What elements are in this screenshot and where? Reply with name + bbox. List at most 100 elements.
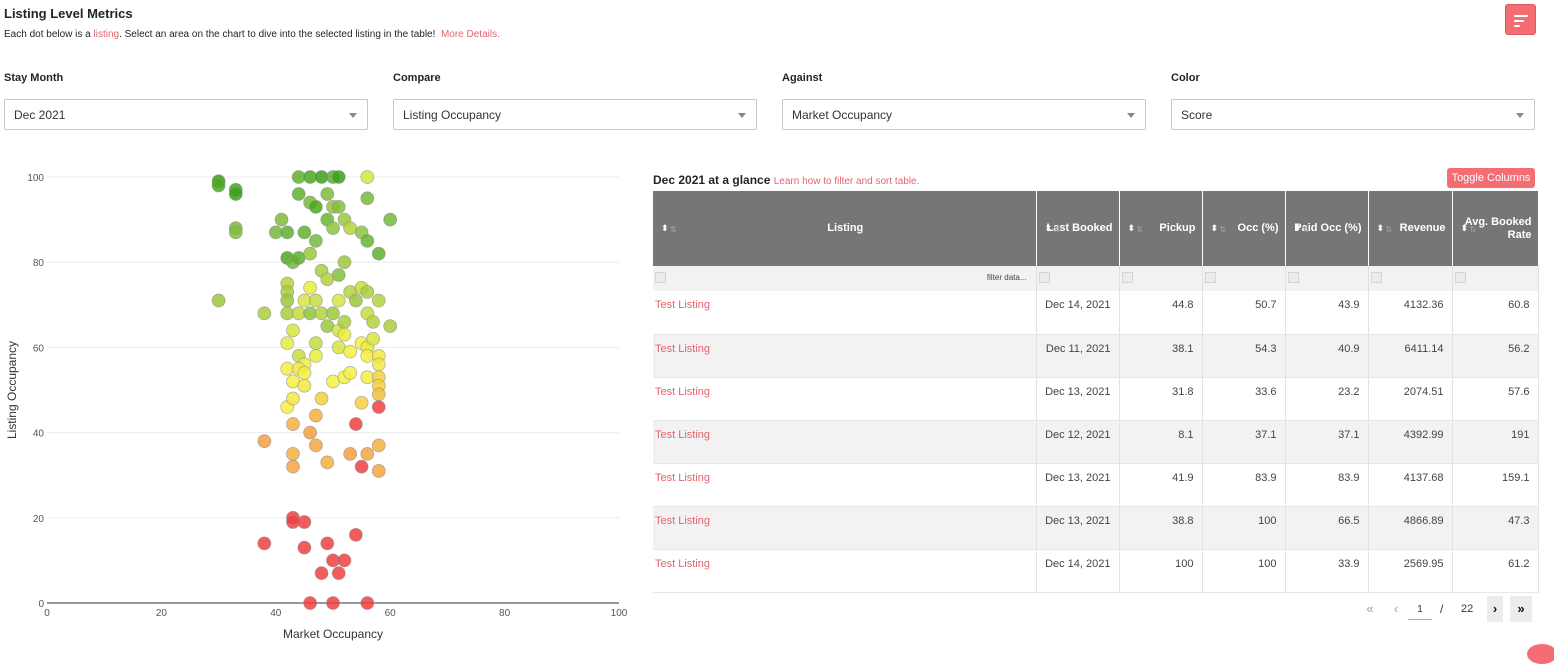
listing-link[interactable]: Test Listing — [653, 463, 1037, 507]
table-row[interactable]: Test Listing Dec 13, 2021 31.8 33.6 23.2 2074… — [653, 377, 1539, 421]
help-bubble[interactable] — [1527, 644, 1554, 664]
listing-dot[interactable] — [308, 199, 323, 214]
listing-dot[interactable] — [320, 536, 335, 551]
listing-dot[interactable] — [303, 596, 318, 610]
listing-dot[interactable] — [343, 366, 358, 380]
listing-dot[interactable] — [360, 191, 375, 206]
listing-dot[interactable] — [360, 234, 375, 248]
filter-cell[interactable] — [1202, 266, 1286, 291]
listing-dot[interactable] — [257, 536, 272, 551]
listing-dot[interactable] — [371, 464, 386, 478]
listing-dot[interactable] — [280, 225, 295, 240]
listing-link[interactable]: Test Listing — [653, 377, 1037, 421]
listing-dot[interactable] — [257, 306, 272, 321]
listing-link[interactable]: Test Listing — [653, 549, 1037, 593]
menu-button[interactable] — [1505, 4, 1536, 35]
listing-dot[interactable] — [303, 246, 318, 261]
listing-dot[interactable] — [326, 221, 340, 236]
listing-dot[interactable] — [331, 268, 346, 282]
column-header-listing[interactable]: ⬍ ⇅ Listing — [653, 191, 1037, 266]
listing-dot[interactable] — [371, 438, 386, 453]
listing-dot[interactable] — [308, 234, 323, 248]
listing-dot[interactable] — [314, 566, 329, 581]
column-header-occ[interactable]: ⬍ ⇅ Occ (%) — [1202, 191, 1286, 266]
listing-dot[interactable] — [331, 293, 346, 308]
table-row[interactable]: Test Listing Dec 12, 2021 8.1 37.1 37.1 4392.… — [653, 420, 1539, 464]
listing-dot[interactable] — [308, 293, 323, 308]
listing-dot[interactable] — [383, 212, 398, 227]
listing-dot[interactable] — [343, 446, 358, 461]
column-header-last-booked[interactable]: ⬍ ⇅ Last Booked — [1036, 191, 1120, 266]
listing-dot[interactable] — [303, 280, 318, 295]
toggle-columns-button[interactable]: Toggle Columns — [1447, 168, 1535, 188]
listing-dot[interactable] — [348, 417, 363, 431]
listing-dot[interactable] — [337, 553, 352, 568]
listing-dot[interactable] — [360, 170, 375, 184]
listing-dot[interactable] — [228, 225, 243, 240]
filter-cell-listing[interactable]: filter data... — [653, 266, 1037, 291]
table-row[interactable]: Test Listing Dec 14, 2021 44.8 50.7 43.9 4132… — [653, 291, 1539, 335]
listing-dot[interactable] — [297, 366, 312, 380]
first-page-button[interactable]: « — [1360, 596, 1380, 622]
listing-link[interactable]: Test Listing — [653, 291, 1037, 335]
listing-link[interactable]: Test Listing — [653, 420, 1037, 464]
listing-dot[interactable] — [291, 187, 306, 201]
filter-input[interactable]: filter data... — [987, 273, 1027, 282]
table-row[interactable]: Test Listing Dec 13, 2021 41.9 83.9 83.9 4137… — [653, 463, 1539, 507]
filter-cell[interactable] — [1368, 266, 1453, 291]
listing-dot[interactable] — [320, 187, 335, 201]
color-select[interactable]: Score — [1171, 99, 1535, 130]
listing-dot[interactable] — [314, 391, 329, 406]
listing-dot[interactable] — [297, 225, 312, 240]
listing-dot[interactable] — [320, 455, 335, 470]
last-page-button[interactable]: » — [1510, 596, 1532, 622]
column-header-pickup[interactable]: ⬍ ⇅ Pickup — [1119, 191, 1203, 266]
listing-dot[interactable] — [360, 446, 375, 461]
against-select[interactable]: Market Occupancy — [782, 99, 1146, 130]
stay-month-select[interactable]: Dec 2021 — [4, 99, 368, 130]
listing-dot[interactable] — [297, 378, 312, 393]
listing-dot[interactable] — [371, 293, 386, 308]
listing-dot[interactable] — [337, 255, 352, 270]
listing-dot[interactable] — [348, 527, 363, 542]
listing-link[interactable]: Test Listing — [653, 506, 1037, 550]
listing-dot[interactable] — [383, 319, 398, 334]
filter-cell[interactable] — [1036, 266, 1120, 291]
listing-dot[interactable] — [366, 331, 380, 346]
listing-dot[interactable] — [371, 387, 386, 402]
listing-dot[interactable] — [211, 293, 226, 308]
page-number-input[interactable]: 1 — [1408, 600, 1432, 620]
listing-dot[interactable] — [371, 400, 386, 414]
listing-dot[interactable] — [308, 408, 323, 423]
listing-dot[interactable] — [331, 170, 346, 184]
listing-dot[interactable] — [286, 391, 300, 406]
column-header-paid-occ[interactable]: ⬍ ⇅ Paid Occ (%) — [1285, 191, 1369, 266]
listing-dot[interactable] — [280, 293, 295, 308]
listing-dot[interactable] — [331, 199, 346, 214]
table-row[interactable]: Test Listing Dec 14, 2021 100 100 33.9 2569.9… — [653, 549, 1539, 593]
listing-dot[interactable] — [337, 327, 352, 342]
listing-dot[interactable] — [331, 566, 346, 581]
listing-dot[interactable] — [360, 285, 375, 299]
listing-link[interactable]: listing — [94, 29, 120, 40]
listing-dot[interactable] — [297, 540, 312, 555]
listing-dot[interactable] — [286, 417, 300, 431]
prev-page-button[interactable]: ‹ — [1386, 596, 1406, 622]
listing-dot[interactable] — [280, 336, 295, 351]
listing-dot[interactable] — [371, 246, 386, 261]
listing-dot[interactable] — [354, 459, 369, 474]
listing-dot[interactable] — [343, 344, 358, 359]
listing-dot[interactable] — [354, 395, 369, 410]
listing-dot[interactable] — [257, 434, 272, 449]
more-details-link[interactable]: More Details. — [441, 29, 500, 40]
column-header-revenue[interactable]: ⬍ ⇅ Revenue — [1368, 191, 1453, 266]
table-row[interactable]: Test Listing Dec 11, 2021 38.1 54.3 40.9 6411… — [653, 334, 1539, 378]
listing-dot[interactable] — [308, 336, 323, 351]
listing-dot[interactable] — [371, 357, 386, 372]
filter-cell[interactable] — [1285, 266, 1369, 291]
listing-dot[interactable] — [286, 459, 300, 474]
filter-cell[interactable] — [1452, 266, 1539, 291]
listing-dot[interactable] — [337, 314, 352, 329]
filter-cell[interactable] — [1119, 266, 1203, 291]
listing-dot[interactable] — [286, 446, 300, 461]
